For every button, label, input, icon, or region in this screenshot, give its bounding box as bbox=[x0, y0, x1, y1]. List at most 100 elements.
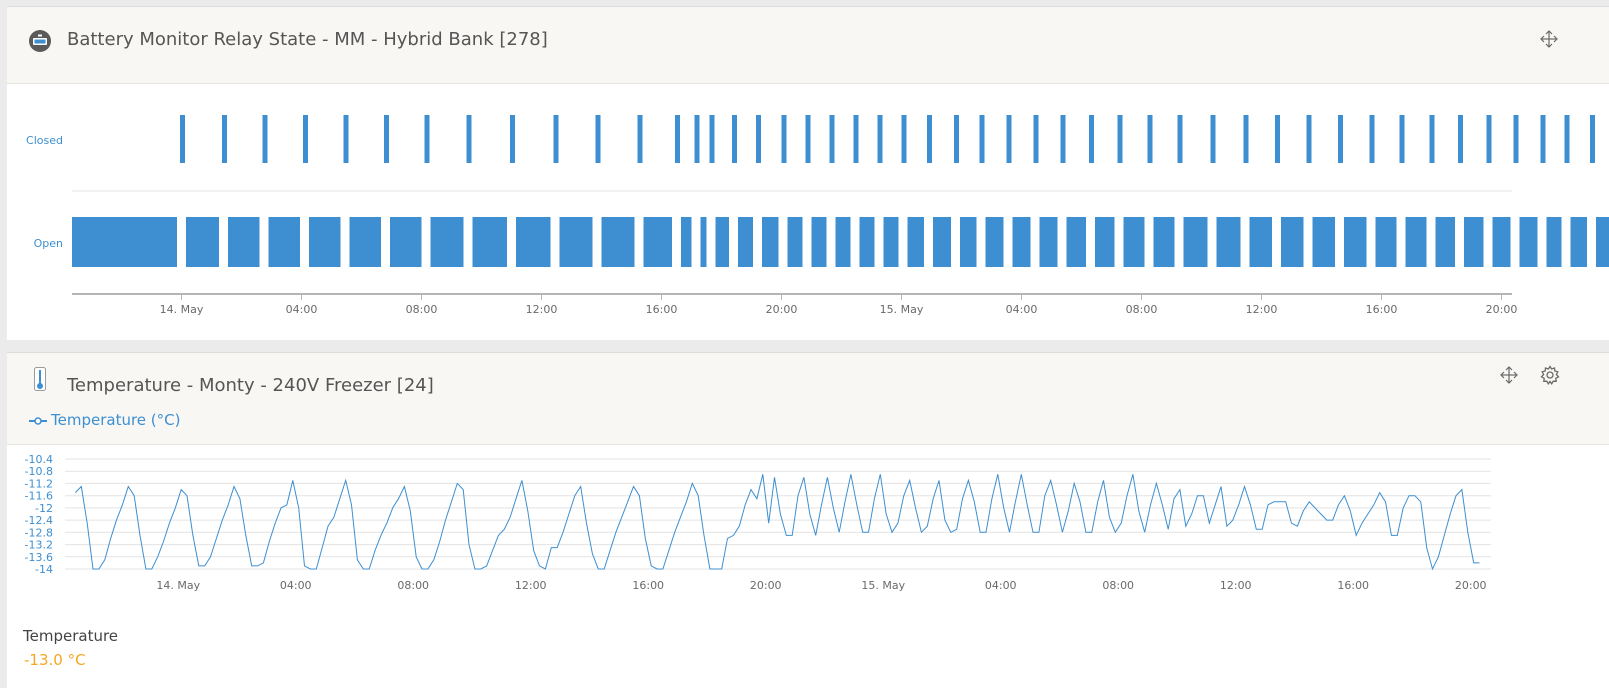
relay-x-tick-label: 16:00 bbox=[1366, 303, 1398, 316]
relay-closed-bar bbox=[805, 115, 811, 163]
relay-open-bar bbox=[1249, 217, 1272, 267]
relay-closed-bar bbox=[781, 115, 787, 163]
relay-x-tick-label: 14. May bbox=[160, 303, 204, 316]
temperature-x-tick-label: 08:00 bbox=[1102, 579, 1134, 592]
relay-closed-bar bbox=[1306, 115, 1312, 163]
relay-open-bar bbox=[72, 217, 177, 267]
relay-closed-bar bbox=[1089, 115, 1094, 163]
move-arrows-icon[interactable] bbox=[1499, 365, 1519, 385]
temperature-y-tick-label: -12 bbox=[35, 502, 53, 515]
relay-x-tick-label: 16:00 bbox=[646, 303, 678, 316]
relay-closed-bar bbox=[732, 115, 737, 163]
relay-open-bar bbox=[985, 217, 1004, 267]
temperature-x-tick-label: 16:00 bbox=[632, 579, 664, 592]
relay-open-bar bbox=[1123, 217, 1145, 267]
relay-x-tick-label: 08:00 bbox=[406, 303, 438, 316]
readout-value: -13.0 °C bbox=[24, 651, 86, 669]
relay-open-bar bbox=[472, 217, 507, 267]
temperature-x-tick-label: 08:00 bbox=[397, 579, 429, 592]
relay-open-bar bbox=[1039, 217, 1058, 267]
relay-closed-bar bbox=[1338, 115, 1343, 163]
temperature-chart: -10.4-10.8-11.2-11.6-12-12.4-12.8-13.2-1… bbox=[25, 453, 1491, 592]
gear-icon[interactable] bbox=[1540, 365, 1560, 385]
relay-x-tick-label: 04:00 bbox=[1006, 303, 1038, 316]
relay-closed-bar bbox=[1486, 115, 1492, 163]
relay-closed-bar bbox=[927, 115, 932, 163]
relay-open-bar bbox=[516, 217, 551, 267]
relay-x-tick-label: 20:00 bbox=[766, 303, 798, 316]
relay-open-bar bbox=[835, 217, 851, 267]
relay-closed-bar bbox=[1513, 115, 1519, 163]
relay-x-tick-label: 12:00 bbox=[526, 303, 558, 316]
line-series-icon bbox=[29, 416, 47, 425]
relay-open-bar bbox=[715, 217, 729, 267]
relay-x-tick-label: 12:00 bbox=[1246, 303, 1278, 316]
relay-open-bar bbox=[811, 217, 827, 267]
relay-open-bar bbox=[883, 217, 899, 267]
relay-open-bar bbox=[907, 217, 924, 267]
relay-open-bar bbox=[859, 217, 875, 267]
relay-open-bar bbox=[1183, 217, 1208, 267]
relay-open-bar bbox=[1216, 217, 1241, 267]
temperature-panel-title: Temperature - Monty - 240V Freezer [24] bbox=[67, 375, 434, 396]
relay-open-bar bbox=[228, 217, 260, 267]
relay-panel-header: Battery Monitor Relay State - MM - Hybri… bbox=[7, 7, 1609, 84]
y-label-open: Open bbox=[34, 237, 63, 250]
relay-closed-bar bbox=[180, 115, 185, 163]
relay-closed-bar bbox=[1147, 115, 1153, 163]
relay-open-bar bbox=[787, 217, 803, 267]
temperature-x-tick-labels: 14. May 04:00 08:00 12:00 16:00 20:00 15. May 0… bbox=[156, 579, 1486, 592]
temperature-x-tick-label: 20:00 bbox=[750, 579, 782, 592]
relay-closed-bar bbox=[1243, 115, 1249, 163]
relay-open-bar bbox=[1464, 217, 1484, 267]
legend-item-temperature[interactable]: Temperature (°C) bbox=[29, 411, 180, 429]
relay-closed-bar bbox=[637, 115, 643, 163]
temperature-y-tick-label: -13.2 bbox=[25, 539, 53, 552]
relay-open-bar bbox=[1153, 217, 1175, 267]
temperature-y-tick-label: -13.6 bbox=[25, 551, 53, 564]
y-label-closed: Closed bbox=[26, 134, 63, 147]
relay-closed-bar bbox=[853, 115, 859, 163]
relay-open-bar bbox=[738, 217, 753, 267]
relay-open-bar bbox=[1344, 217, 1367, 267]
relay-closed-bar bbox=[954, 115, 959, 163]
relay-open-bar bbox=[390, 217, 422, 267]
relay-open-bar bbox=[1375, 217, 1397, 267]
relay-open-bar bbox=[1596, 217, 1609, 267]
relay-closed-bar bbox=[1060, 115, 1066, 163]
relay-closed-bar bbox=[384, 115, 389, 163]
battery-monitor-icon bbox=[29, 30, 51, 52]
temperature-y-tick-label: -11.2 bbox=[25, 477, 53, 490]
relay-open-bar bbox=[1405, 217, 1427, 267]
relay-closed-bar bbox=[694, 115, 700, 163]
relay-open-bar bbox=[700, 217, 707, 267]
relay-open-bar bbox=[1570, 217, 1587, 267]
relay-closed-bar bbox=[1177, 115, 1183, 163]
relay-closed-bar bbox=[901, 115, 907, 163]
relay-closed-bar bbox=[1275, 115, 1280, 163]
temperature-y-tick-label: -10.8 bbox=[25, 465, 53, 478]
relay-closed-bar bbox=[1117, 115, 1123, 163]
relay-open-bar bbox=[1546, 217, 1562, 267]
relay-open-bar bbox=[681, 217, 692, 267]
temperature-y-tick-label: -12.4 bbox=[25, 514, 53, 527]
temperature-y-tick-labels: -10.4-10.8-11.2-11.6-12-12.4-12.8-13.2-1… bbox=[25, 453, 53, 576]
relay-closed-bar bbox=[1369, 115, 1375, 163]
relay-open-bar bbox=[559, 217, 593, 267]
move-arrows-icon[interactable] bbox=[1539, 29, 1559, 49]
temperature-x-tick-label: 20:00 bbox=[1455, 579, 1487, 592]
readout-label: Temperature bbox=[23, 627, 119, 645]
temperature-y-tick-label: -10.4 bbox=[25, 453, 53, 466]
temperature-panel: Temperature - Monty - 240V Freezer [24] … bbox=[7, 352, 1609, 688]
relay-closed-bar bbox=[1033, 115, 1039, 163]
relay-state-panel: Battery Monitor Relay State - MM - Hybri… bbox=[7, 6, 1609, 340]
relay-closed-bar bbox=[979, 115, 985, 163]
relay-closed-bar bbox=[1210, 115, 1216, 163]
temperature-x-tick-label: 04:00 bbox=[280, 579, 312, 592]
relay-open-bar bbox=[349, 217, 381, 267]
legend-label: Temperature (°C) bbox=[51, 411, 181, 429]
relay-closed-bar bbox=[343, 115, 349, 163]
relay-open-bar bbox=[186, 217, 219, 267]
relay-closed-bar bbox=[595, 115, 601, 163]
relay-closed-bar bbox=[553, 115, 559, 163]
